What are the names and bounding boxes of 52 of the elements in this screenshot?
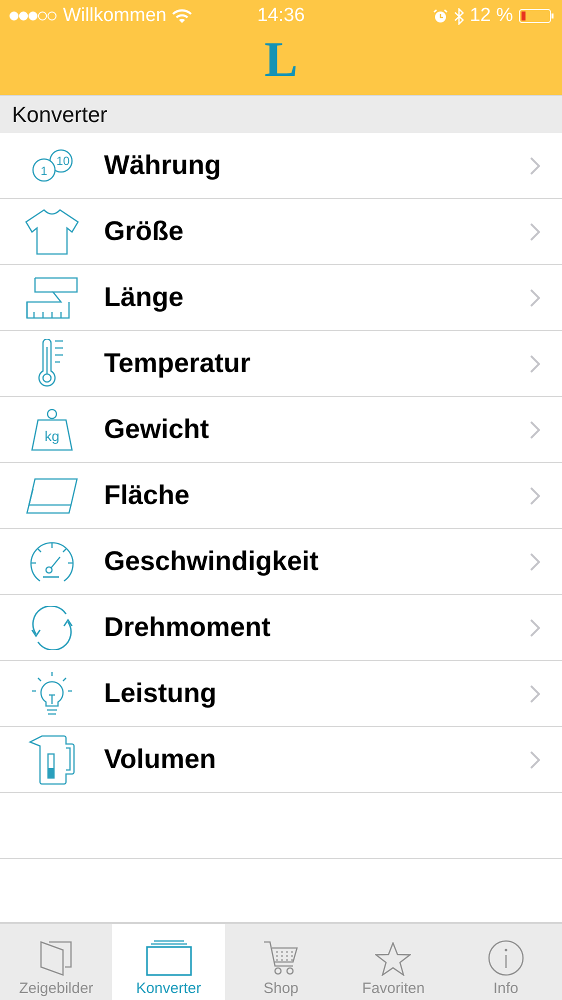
item-label: Gewicht [104,414,210,445]
item-label: Volumen [104,744,218,775]
alarm-icon [432,8,448,24]
star-icon [375,942,412,976]
area-icon [25,476,79,514]
converter-item[interactable]: kg Gewicht [0,397,562,463]
clock-time: 14:36 [257,5,305,27]
chevron-icon [530,486,540,504]
speedometer-icon [28,540,76,582]
light-bulb-icon [30,670,74,718]
converter-item[interactable]: Geschwindigkeit [0,529,562,595]
converter-item[interactable]: Volumen [0,727,562,793]
tape-measure-icon [25,276,79,320]
item-label: Größe [104,216,185,247]
stacked-cards-icon [146,940,192,976]
chevron-icon [530,420,540,438]
chevron-icon [530,552,540,570]
cart-icon [263,940,300,976]
book-icon [39,940,74,976]
wifi-icon [172,8,192,24]
converter-item[interactable]: Drehmoment [0,595,562,661]
converter-item[interactable]: Fläche [0,463,562,529]
converter-item[interactable]: 1 10 Währung [0,133,562,199]
chevron-icon [530,618,540,636]
battery-percent: 12 % [470,5,513,27]
item-label: Geschwindigkeit [104,546,320,577]
item-label: Temperatur [104,348,252,379]
item-label: Drehmoment [104,612,272,643]
app-logo: L [264,34,298,84]
item-label: Länge [104,282,185,313]
chevron-icon [530,288,540,306]
converter-item[interactable]: Größe [0,199,562,265]
shirt-icon [24,208,80,256]
info-icon [488,940,524,976]
chevron-icon [530,684,540,702]
item-label: Leistung [104,678,218,709]
kettle-icon [28,734,76,786]
chevron-icon [530,750,540,768]
converter-item[interactable]: Länge [0,265,562,331]
converter-item[interactable]: Temperatur [0,331,562,397]
carrier-name: Willkommen [63,5,166,27]
chevron-icon [530,156,540,174]
section-header: Konverter [0,96,562,133]
converter-item[interactable]: Leistung [0,661,562,727]
item-label: Währung [104,150,222,181]
item-label: Fläche [104,480,191,511]
signal-icon [9,11,57,21]
bluetooth-icon [454,8,464,24]
battery-icon [519,9,554,23]
thermometer-icon [38,338,66,388]
chevron-icon [530,222,540,240]
chevron-icon [530,354,540,372]
